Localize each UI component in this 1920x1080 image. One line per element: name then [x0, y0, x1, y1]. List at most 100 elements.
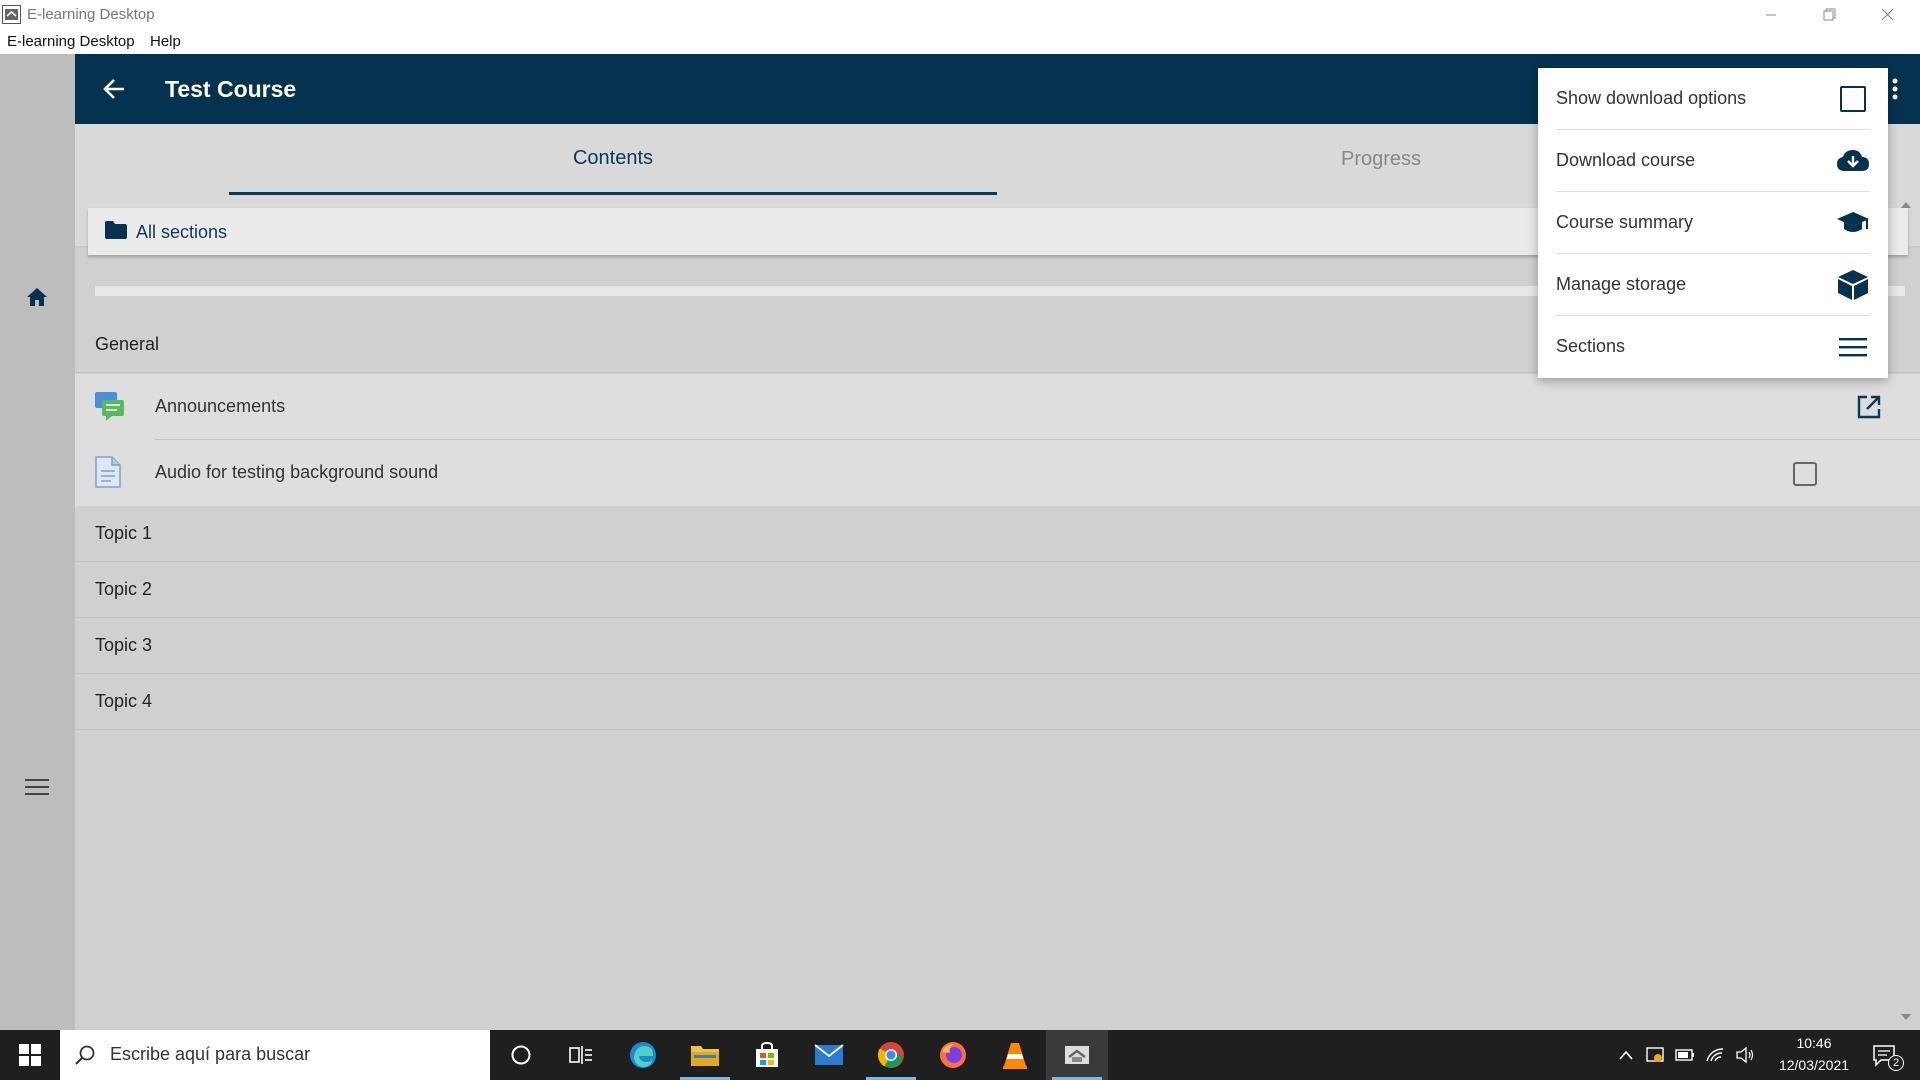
menu-item-label: Download course	[1556, 150, 1696, 170]
app-icon	[2, 5, 21, 24]
start-button[interactable]	[0, 1030, 60, 1080]
shield-icon	[1646, 1047, 1664, 1062]
tray-security[interactable]	[1644, 1044, 1666, 1066]
restore-icon	[1823, 8, 1835, 21]
taskbar-chrome[interactable]	[860, 1030, 922, 1080]
tray-volume[interactable]	[1734, 1044, 1756, 1066]
mail-icon	[814, 1044, 844, 1065]
checkbox-icon[interactable]	[1836, 82, 1870, 116]
main-menu-button[interactable]	[22, 772, 52, 802]
search-placeholder: Escribe aquí para buscar	[110, 1044, 311, 1064]
menu-item-download-course[interactable]: Download course	[1556, 130, 1870, 192]
menu-item-show-download-options[interactable]: Show download options	[1556, 68, 1870, 130]
scroll-down-arrow[interactable]	[1898, 1010, 1914, 1024]
tab-contents[interactable]: Contents	[229, 124, 997, 195]
open-external-icon[interactable]	[1856, 394, 1882, 420]
menu-help[interactable]: Help	[150, 33, 181, 50]
tray-overflow-button[interactable]	[1615, 1044, 1637, 1066]
notification-center-button[interactable]: 2	[1864, 1038, 1904, 1074]
folder-icon	[691, 1046, 719, 1066]
task-view-icon	[569, 1046, 592, 1064]
firefox-icon	[940, 1042, 966, 1068]
section-title: Topic 4	[95, 691, 153, 711]
store-icon	[756, 1041, 778, 1067]
menu-item-sections[interactable]: Sections	[1556, 316, 1870, 378]
home-button[interactable]	[22, 282, 52, 312]
menu-item-manage-storage[interactable]: Manage storage	[1556, 254, 1870, 316]
taskbar-vlc[interactable]	[984, 1030, 1046, 1080]
task-view-button[interactable]	[550, 1030, 612, 1080]
cortana-button[interactable]	[490, 1030, 552, 1080]
minimize-button[interactable]	[1742, 0, 1800, 29]
menu-bar: E-learning Desktop Help	[0, 29, 1920, 54]
menu-lines-icon	[1836, 330, 1870, 364]
close-icon	[1881, 8, 1893, 21]
module-label: Announcements	[155, 396, 286, 416]
home-icon	[27, 288, 47, 306]
forum-icon	[95, 392, 124, 421]
battery-icon	[1675, 1049, 1694, 1061]
speaker-icon	[1736, 1046, 1754, 1064]
menu-item-label: Manage storage	[1556, 274, 1687, 294]
section-topic-1[interactable]: Topic 1	[75, 506, 1920, 562]
tray-battery[interactable]	[1674, 1044, 1696, 1066]
menu-item-label: Sections	[1556, 336, 1626, 356]
menu-item-course-summary[interactable]: Course summary	[1556, 192, 1870, 254]
more-vertical-icon	[1892, 78, 1898, 100]
window-title: E-learning Desktop	[27, 6, 155, 23]
menu-item-label: Course summary	[1556, 212, 1694, 232]
clock-date[interactable]: 12/03/2021	[1764, 1057, 1864, 1073]
taskbar-elearning-desktop[interactable]	[1046, 1030, 1108, 1080]
taskbar-search-box[interactable]: Escribe aquí para buscar	[60, 1030, 490, 1080]
restore-button[interactable]	[1800, 0, 1858, 29]
edge-icon	[630, 1042, 656, 1068]
close-button[interactable]	[1858, 0, 1916, 29]
cloud-download-icon	[1836, 144, 1870, 178]
section-title: Topic 1	[95, 523, 153, 543]
module-label: Audio for testing background sound	[155, 462, 439, 482]
file-icon	[95, 456, 121, 488]
taskbar: Escribe aquí para buscar 10:46 12/03/202…	[0, 1030, 1920, 1080]
module-row[interactable]: Announcements	[75, 374, 1920, 440]
vlc-icon	[1003, 1043, 1027, 1069]
page-title: Test Course	[165, 76, 297, 102]
taskbar-firefox[interactable]	[922, 1030, 984, 1080]
menu-app[interactable]: E-learning Desktop	[7, 33, 135, 50]
windows-logo-icon	[19, 1044, 41, 1066]
folder-icon	[105, 221, 127, 239]
section-title: Topic 3	[95, 635, 153, 655]
notification-count: 2	[1888, 1055, 1904, 1071]
scroll-up-arrow[interactable]	[1898, 198, 1914, 212]
taskbar-edge[interactable]	[612, 1030, 674, 1080]
section-topic-4[interactable]: Topic 4	[75, 674, 1920, 730]
section-topic-3[interactable]: Topic 3	[75, 618, 1920, 674]
clock-time[interactable]: 10:46	[1780, 1035, 1848, 1051]
graduation-cap-icon	[1836, 206, 1870, 240]
back-button[interactable]	[97, 72, 131, 106]
section-topic-2[interactable]: Topic 2	[75, 562, 1920, 618]
search-icon	[75, 1045, 95, 1065]
hamburger-icon	[25, 779, 49, 795]
cube-icon	[1836, 268, 1870, 302]
more-options-button[interactable]	[1885, 74, 1905, 104]
completion-checkbox[interactable]	[1793, 462, 1817, 486]
minimize-icon	[1766, 14, 1776, 15]
chrome-icon	[877, 1042, 904, 1068]
taskbar-file-explorer[interactable]	[674, 1030, 736, 1080]
section-title: Topic 2	[95, 579, 153, 599]
cortana-icon	[511, 1045, 531, 1065]
section-selector-label: All sections	[136, 222, 228, 242]
section-title: General	[95, 334, 160, 354]
chevron-up-icon	[1619, 1050, 1633, 1060]
module-row[interactable]: Audio for testing background sound	[75, 440, 1920, 506]
taskbar-store[interactable]	[736, 1030, 798, 1080]
course-options-menu: Show download options Download course Co…	[1538, 68, 1888, 378]
wifi-icon	[1706, 1048, 1724, 1062]
taskbar-mail[interactable]	[798, 1030, 860, 1080]
menu-item-label: Show download options	[1556, 88, 1747, 108]
sidebar	[0, 54, 75, 1030]
arrow-left-icon	[103, 79, 124, 99]
tray-network[interactable]	[1704, 1044, 1726, 1066]
app-icon	[1065, 1046, 1089, 1064]
window-title-bar: E-learning Desktop	[0, 0, 1920, 29]
